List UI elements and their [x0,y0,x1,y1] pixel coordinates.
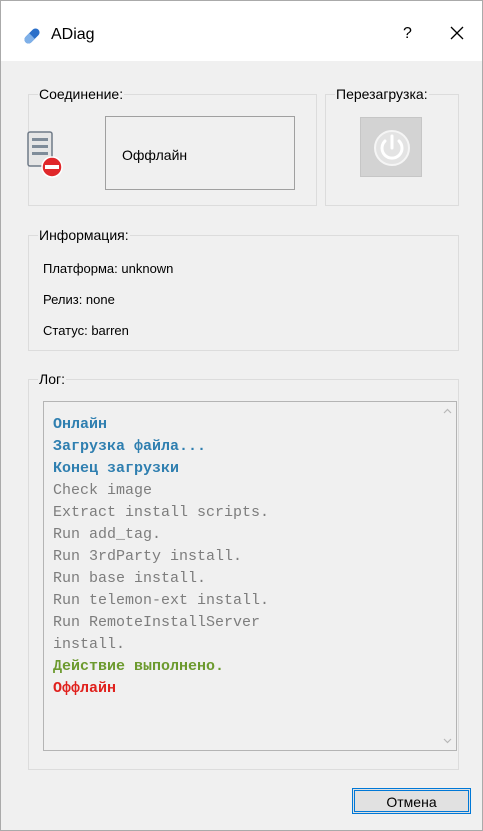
log-line: Загрузка файла... [53,438,207,455]
window-title: ADiag [51,26,95,43]
cancel-button[interactable]: Отмена [352,788,471,814]
title-bar: ADiag ? [1,1,482,61]
log-line: Действие выполнено. [53,658,225,675]
log-line: Run 3rdParty install. [53,548,243,565]
info-release: Релиз: none [43,292,115,307]
log-line: Run telemon-ext install. [53,592,270,609]
log-line: Check image [53,482,153,499]
info-status: Статус: barren [43,323,129,338]
log-line: Run add_tag. [53,526,162,543]
pill-icon [24,28,40,44]
log-line: Run RemoteInstallServer [53,614,261,631]
log-line: Оффлайн [53,680,117,697]
chevron-down-icon[interactable] [442,735,453,746]
info-label: Информация: [39,227,129,243]
log-line: Extract install scripts. [53,504,270,521]
log-lines: Онлайн Загрузка файла... Конец загрузки Che… [53,414,269,700]
reboot-label: Перезагрузка: [336,86,428,102]
connection-status: Оффлайн [122,147,188,163]
cancel-label: Отмена [386,794,437,810]
log-label: Лог: [39,371,65,387]
connection-status-box: Оффлайн [105,116,295,190]
adiag-window: ADiag ? Соединение: Оффлайн Перезагрузка… [0,0,483,831]
reboot-button[interactable] [360,117,422,177]
info-platform: Платформа: unknown [43,261,174,276]
log-line: Онлайн [53,416,108,433]
power-icon [374,130,410,166]
log-line: Run base install. [53,570,207,587]
close-icon[interactable] [445,21,469,45]
log-line: install. [53,636,126,653]
connection-label: Соединение: [39,86,124,102]
server-offline-icon [27,131,63,178]
chevron-up-icon[interactable] [442,406,453,417]
log-scrollbar[interactable] [439,402,456,750]
help-button[interactable]: ? [403,25,412,43]
log-textarea[interactable]: Онлайн Загрузка файла... Конец загрузки Che… [43,401,457,751]
log-line: Конец загрузки [53,460,180,477]
